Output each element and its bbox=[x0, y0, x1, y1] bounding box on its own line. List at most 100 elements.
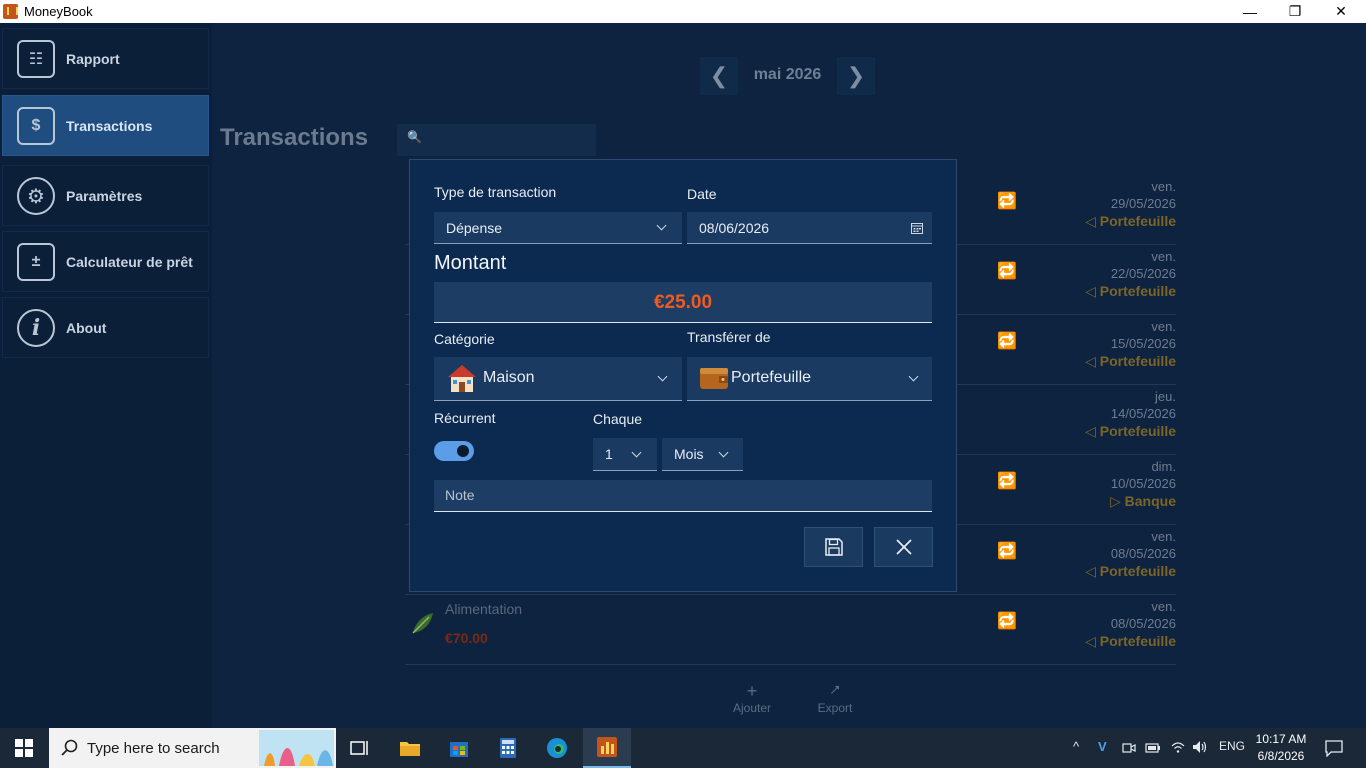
month-navigator: ❮ mai 2026 ❯ bbox=[700, 57, 875, 95]
wifi-icon[interactable] bbox=[1170, 740, 1186, 754]
tx-account: ◁ Portefeuille bbox=[1085, 283, 1176, 299]
transfer-from-value: Portefeuille bbox=[731, 369, 812, 386]
app-icon bbox=[3, 4, 18, 19]
note-placeholder: Note bbox=[445, 487, 475, 503]
minimize-button[interactable]: — bbox=[1227, 0, 1273, 23]
recurring-icon: 🔁 bbox=[997, 333, 1017, 350]
calculator-app-icon[interactable] bbox=[484, 728, 532, 768]
add-button[interactable]: + Ajouter bbox=[722, 681, 782, 715]
export-label: Export bbox=[817, 701, 853, 715]
recurring-icon: 🔁 bbox=[997, 193, 1017, 210]
category-label: Catégorie bbox=[434, 331, 495, 347]
next-month-button[interactable]: ❯ bbox=[837, 57, 875, 95]
recurring-icon: 🔁 bbox=[997, 613, 1017, 630]
amount-input[interactable]: €25.00 bbox=[434, 282, 932, 323]
tx-date: 10/05/2026 bbox=[1110, 476, 1176, 491]
tx-date: 22/05/2026 bbox=[1110, 266, 1176, 281]
tx-account: ◁ Portefeuille bbox=[1085, 563, 1176, 579]
search-input[interactable] bbox=[425, 128, 585, 152]
share-icon: ⭧ bbox=[830, 682, 840, 699]
every-unit-dropdown[interactable]: Mois bbox=[662, 438, 743, 471]
tx-day: ven. bbox=[1151, 599, 1176, 614]
restore-button[interactable]: ❐ bbox=[1272, 0, 1318, 23]
wallet-icon bbox=[700, 368, 728, 389]
every-unit-value: Mois bbox=[674, 446, 704, 462]
file-explorer-icon[interactable] bbox=[386, 728, 434, 768]
task-view-icon[interactable] bbox=[336, 728, 384, 768]
chevron-down-icon bbox=[657, 371, 668, 382]
page-title: Transactions bbox=[220, 124, 369, 151]
save-button[interactable] bbox=[804, 527, 863, 567]
cancel-button[interactable] bbox=[874, 527, 933, 567]
sidebar-item-parametres[interactable]: ⚙ Paramètres bbox=[2, 165, 209, 226]
tx-day: ven. bbox=[1151, 319, 1176, 334]
save-icon bbox=[824, 538, 843, 556]
previous-month-button[interactable]: ❮ bbox=[700, 57, 738, 95]
transfer-from-label: Transférer de bbox=[687, 329, 771, 345]
moneybook-taskbar-icon[interactable] bbox=[583, 728, 631, 768]
month-label: mai 2026 bbox=[753, 66, 822, 83]
close-window-button[interactable]: ✕ bbox=[1318, 0, 1364, 23]
vpn-icon[interactable]: V bbox=[1098, 739, 1107, 754]
date-label: Date bbox=[687, 186, 717, 202]
tx-day: ven. bbox=[1151, 529, 1176, 544]
taskbar-search[interactable]: Type here to search bbox=[49, 728, 336, 768]
date-picker[interactable]: 08/06/2026 bbox=[687, 212, 932, 244]
sidebar-item-label: Paramètres bbox=[66, 187, 143, 204]
calendar-icon[interactable] bbox=[911, 222, 923, 234]
tx-account: ◁ Portefeuille bbox=[1085, 353, 1176, 369]
volume-icon[interactable] bbox=[1192, 740, 1208, 754]
tx-amount: €70.00 bbox=[445, 630, 488, 646]
sidebar-item-calculateur[interactable]: ± Calculateur de prêt bbox=[2, 231, 209, 292]
chevron-down-icon bbox=[718, 447, 729, 458]
clock[interactable]: 10:17 AM 6/8/2026 bbox=[1250, 731, 1312, 765]
report-icon: ☷ bbox=[17, 39, 55, 78]
sidebar-item-transactions[interactable]: $ Transactions bbox=[2, 95, 209, 156]
export-button[interactable]: ⭧ Export bbox=[805, 681, 865, 715]
chevron-down-icon bbox=[656, 220, 667, 231]
search-box[interactable]: 🔍 bbox=[397, 124, 596, 156]
tx-day: dim. bbox=[1151, 459, 1176, 474]
store-icon[interactable] bbox=[435, 728, 483, 768]
tx-day: ven. bbox=[1151, 179, 1176, 194]
app-body: ☷ Rapport $ Transactions ⚙ Paramètres ± … bbox=[0, 23, 1366, 728]
notification-icon[interactable] bbox=[1325, 739, 1343, 757]
battery-icon[interactable] bbox=[1145, 742, 1161, 754]
transaction-type-dropdown[interactable]: Dépense bbox=[434, 212, 682, 244]
tx-day: jeu. bbox=[1155, 389, 1176, 404]
amount-label: Montant bbox=[434, 252, 507, 274]
money-transfer-icon: $ bbox=[17, 106, 55, 145]
table-row[interactable]: Alimentation €70.00 🔁 ven. 08/05/2026 ◁ … bbox=[405, 595, 1176, 665]
chevron-up-icon[interactable]: ^ bbox=[1073, 739, 1079, 754]
language-indicator[interactable]: ENG bbox=[1219, 739, 1245, 753]
tx-day: ven. bbox=[1151, 249, 1176, 264]
title-bar: MoneyBook — ❐ ✕ bbox=[0, 0, 1366, 23]
recurring-icon: 🔁 bbox=[997, 543, 1017, 560]
tx-category: Alimentation bbox=[445, 601, 523, 617]
sidebar-item-label: Calculateur de prêt bbox=[66, 253, 193, 270]
note-input[interactable]: Note bbox=[434, 480, 932, 512]
every-count-value: 1 bbox=[605, 446, 613, 462]
sidebar-item-rapport[interactable]: ☷ Rapport bbox=[2, 28, 209, 89]
sidebar-item-label: About bbox=[66, 319, 107, 336]
tx-date: 15/05/2026 bbox=[1110, 336, 1176, 351]
tx-date: 08/05/2026 bbox=[1110, 546, 1176, 561]
tx-account: ◁ Portefeuille bbox=[1085, 213, 1176, 229]
start-button[interactable] bbox=[0, 728, 48, 768]
calculator-icon: ± bbox=[17, 242, 55, 281]
chevron-down-icon bbox=[908, 371, 919, 382]
info-icon: i bbox=[17, 308, 55, 347]
search-icon: 🔍 bbox=[407, 130, 422, 144]
edge-browser-icon[interactable] bbox=[533, 728, 581, 768]
every-count-dropdown[interactable]: 1 bbox=[593, 438, 657, 471]
meet-now-icon[interactable] bbox=[1122, 741, 1136, 755]
category-value: Maison bbox=[483, 369, 535, 386]
every-label: Chaque bbox=[593, 411, 643, 427]
transfer-from-dropdown[interactable]: Portefeuille bbox=[687, 357, 932, 401]
sidebar-item-about[interactable]: i About bbox=[2, 297, 209, 358]
recurrent-toggle[interactable] bbox=[434, 441, 474, 461]
settings-gear-icon: ⚙ bbox=[17, 176, 55, 215]
chevron-down-icon bbox=[631, 447, 642, 458]
type-value: Dépense bbox=[446, 220, 503, 236]
category-dropdown[interactable]: Maison bbox=[434, 357, 682, 401]
